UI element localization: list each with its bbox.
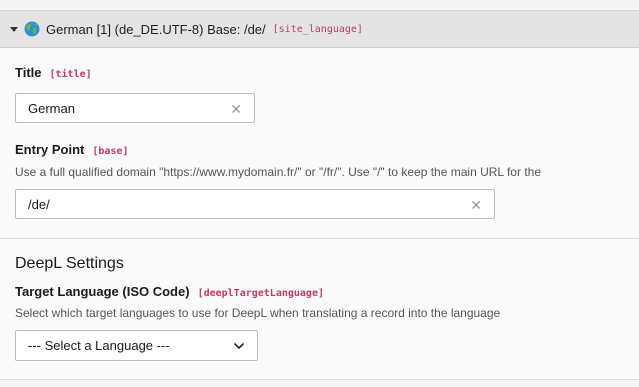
title-label-text: Title bbox=[15, 65, 42, 80]
entry-point-description: Use a full qualified domain "https://www… bbox=[15, 165, 541, 179]
site-language-identifier: [site_language] bbox=[272, 23, 363, 35]
general-section: Title [title] German ✕ Entry Point [base] … bbox=[0, 48, 639, 239]
bottom-strip bbox=[0, 380, 639, 387]
target-language-select[interactable]: --- Select a Language --- bbox=[15, 330, 258, 361]
title-identifier: [title] bbox=[49, 69, 92, 80]
target-language-selected: --- Select a Language --- bbox=[28, 338, 170, 353]
entry-point-label-text: Entry Point bbox=[15, 142, 85, 157]
language-header[interactable]: German [1] (de_DE.UTF-8) Base: /de/ [sit… bbox=[0, 11, 639, 48]
entry-point-input-value: /de/ bbox=[28, 196, 50, 212]
site-language-panel: German [1] (de_DE.UTF-8) Base: /de/ [sit… bbox=[0, 0, 639, 387]
top-strip bbox=[0, 0, 639, 11]
caret-down-icon[interactable] bbox=[10, 26, 18, 32]
title-input[interactable]: German ✕ bbox=[15, 93, 255, 123]
target-language-description: Select which target languages to use for… bbox=[15, 306, 501, 320]
chevron-down-icon bbox=[233, 342, 245, 350]
deepl-section: DeepL Settings Target Language (ISO Code… bbox=[0, 239, 639, 380]
entry-point-field-label: Entry Point [base] bbox=[15, 142, 128, 157]
target-language-identifier: [deeplTargetLanguage] bbox=[197, 288, 324, 299]
globe-icon bbox=[24, 21, 40, 37]
entry-point-input[interactable]: /de/ ✕ bbox=[15, 189, 495, 219]
language-title: German [1] (de_DE.UTF-8) Base: /de/ bbox=[46, 21, 266, 37]
deepl-settings-heading: DeepL Settings bbox=[15, 255, 124, 272]
target-language-field-label: Target Language (ISO Code) [deeplTargetLa… bbox=[15, 284, 324, 299]
target-language-label-text: Target Language (ISO Code) bbox=[15, 284, 190, 299]
close-icon[interactable]: ✕ bbox=[230, 101, 242, 118]
close-icon[interactable]: ✕ bbox=[470, 197, 482, 214]
title-input-value: German bbox=[28, 100, 75, 116]
title-field-label: Title [title] bbox=[15, 65, 92, 80]
entry-point-identifier: [base] bbox=[92, 146, 129, 157]
